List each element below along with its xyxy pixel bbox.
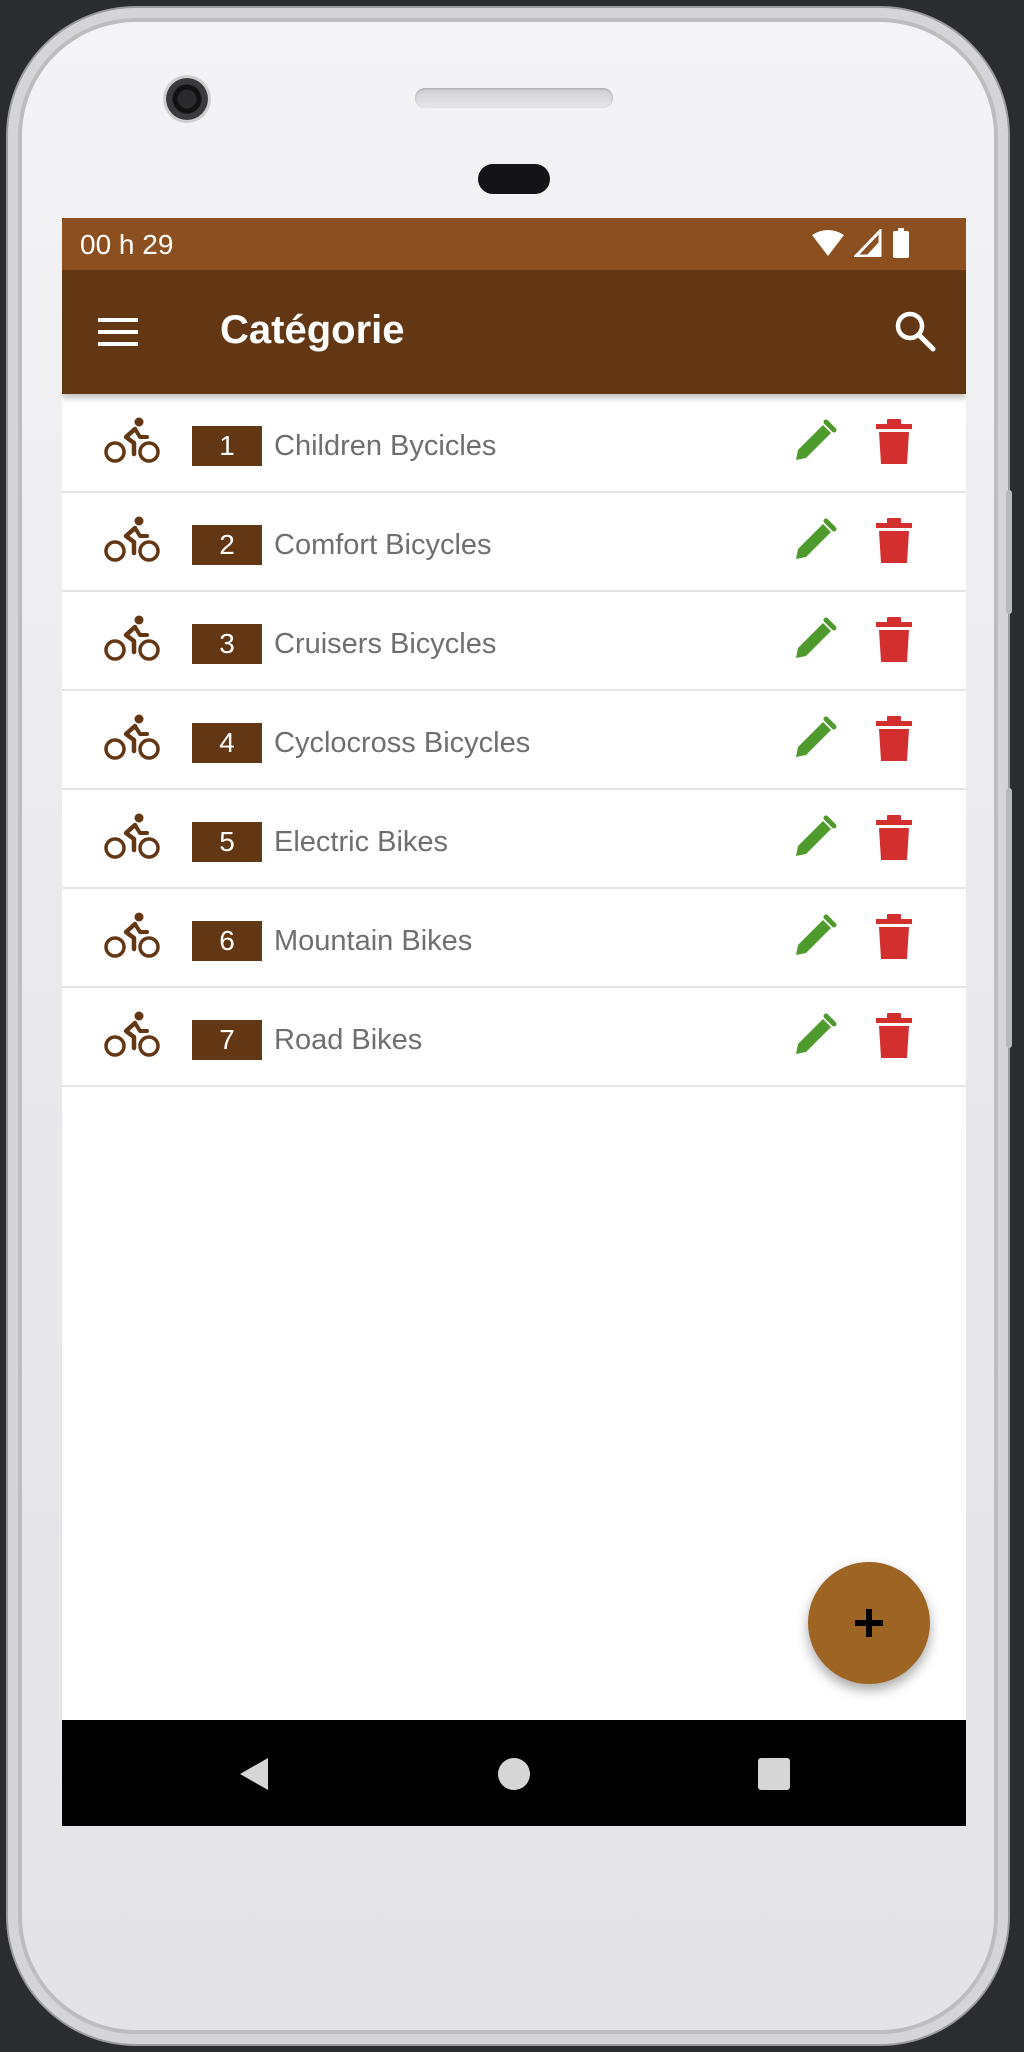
bike-icon xyxy=(104,1011,160,1057)
pencil-icon xyxy=(796,617,837,658)
trash-icon xyxy=(876,419,912,464)
edit-button[interactable] xyxy=(790,418,838,466)
edit-button[interactable] xyxy=(790,715,838,763)
bike-icon xyxy=(104,912,160,958)
home-button[interactable] xyxy=(496,1756,532,1792)
back-triangle-icon xyxy=(240,1758,268,1790)
battery-icon xyxy=(893,228,909,258)
pencil-icon xyxy=(796,518,837,559)
recents-square-icon xyxy=(758,1758,790,1790)
status-icons xyxy=(812,228,910,258)
search-icon xyxy=(895,311,936,352)
category-name: Cruisers Bicycles xyxy=(274,628,497,660)
bike-icon xyxy=(104,714,160,760)
volume-button xyxy=(1006,490,1012,614)
category-id-badge: 2 xyxy=(192,525,262,565)
delete-button[interactable] xyxy=(874,616,914,664)
edit-button[interactable] xyxy=(790,517,838,565)
edit-button[interactable] xyxy=(790,616,838,664)
trash-icon xyxy=(876,617,912,662)
list-item-7[interactable]: 7 Road Bikes xyxy=(62,988,966,1087)
category-name: Children Bycicles xyxy=(274,430,497,462)
proximity-sensor xyxy=(478,164,550,194)
list-item-1[interactable]: 1 Children Bycicles xyxy=(62,394,966,493)
category-list: 1 Children Bycicles 2 Comfort Bicycles 3… xyxy=(62,394,966,1087)
menu-button[interactable] xyxy=(96,310,142,354)
edit-button[interactable] xyxy=(790,1012,838,1060)
phone-frame: 00 h 29 Catégorie 1 Children Bycicles 2 … xyxy=(8,8,1012,2044)
list-item-4[interactable]: 4 Cyclocross Bicycles xyxy=(62,691,966,790)
category-id-badge: 5 xyxy=(192,822,262,862)
system-navigation-bar xyxy=(62,1720,966,1826)
list-item-5[interactable]: 5 Electric Bikes xyxy=(62,790,966,889)
category-id-badge: 3 xyxy=(192,624,262,664)
pencil-icon xyxy=(796,1013,837,1054)
bike-icon xyxy=(104,516,160,562)
wifi-icon xyxy=(812,230,844,256)
category-name: Comfort Bicycles xyxy=(274,529,492,561)
bike-icon xyxy=(104,615,160,661)
power-button xyxy=(1006,788,1012,1048)
category-name: Mountain Bikes xyxy=(274,925,473,957)
delete-button[interactable] xyxy=(874,715,914,763)
bike-icon xyxy=(104,813,160,859)
category-id-badge: 6 xyxy=(192,921,262,961)
pencil-icon xyxy=(796,419,837,460)
hamburger-menu-icon xyxy=(98,318,138,346)
category-id-badge: 7 xyxy=(192,1020,262,1060)
category-id-badge: 4 xyxy=(192,723,262,763)
category-name: Electric Bikes xyxy=(274,826,449,858)
app-bar: Catégorie xyxy=(62,270,966,394)
screen: 00 h 29 Catégorie 1 Children Bycicles 2 … xyxy=(62,218,966,1826)
page-title: Catégorie xyxy=(220,308,405,352)
delete-button[interactable] xyxy=(874,1012,914,1060)
edit-button[interactable] xyxy=(790,913,838,961)
trash-icon xyxy=(876,1013,912,1058)
recents-button[interactable] xyxy=(756,1756,792,1792)
trash-icon xyxy=(876,914,912,959)
pencil-icon xyxy=(796,716,837,757)
trash-icon xyxy=(876,518,912,563)
list-item-3[interactable]: 3 Cruisers Bicycles xyxy=(62,592,966,691)
delete-button[interactable] xyxy=(874,814,914,862)
list-item-6[interactable]: 6 Mountain Bikes xyxy=(62,889,966,988)
delete-button[interactable] xyxy=(874,913,914,961)
plus-icon xyxy=(855,1609,883,1637)
back-button[interactable] xyxy=(236,1756,272,1792)
list-item-2[interactable]: 2 Comfort Bicycles xyxy=(62,493,966,592)
earpiece-speaker xyxy=(415,88,613,108)
status-time: 00 h 29 xyxy=(80,229,174,260)
edit-button[interactable] xyxy=(790,814,838,862)
delete-button[interactable] xyxy=(874,517,914,565)
trash-icon xyxy=(876,815,912,860)
add-category-button[interactable] xyxy=(808,1562,930,1684)
trash-icon xyxy=(876,716,912,761)
search-button[interactable] xyxy=(892,308,938,354)
front-camera xyxy=(166,78,208,120)
category-name: Cyclocross Bicycles xyxy=(274,727,531,759)
category-name: Road Bikes xyxy=(274,1024,423,1056)
pencil-icon xyxy=(796,914,837,955)
status-bar: 00 h 29 xyxy=(62,218,966,270)
category-id-badge: 1 xyxy=(192,426,262,466)
pencil-icon xyxy=(796,815,837,856)
delete-button[interactable] xyxy=(874,418,914,466)
signal-icon xyxy=(854,229,882,257)
home-circle-icon xyxy=(498,1758,530,1790)
bike-icon xyxy=(104,417,160,463)
